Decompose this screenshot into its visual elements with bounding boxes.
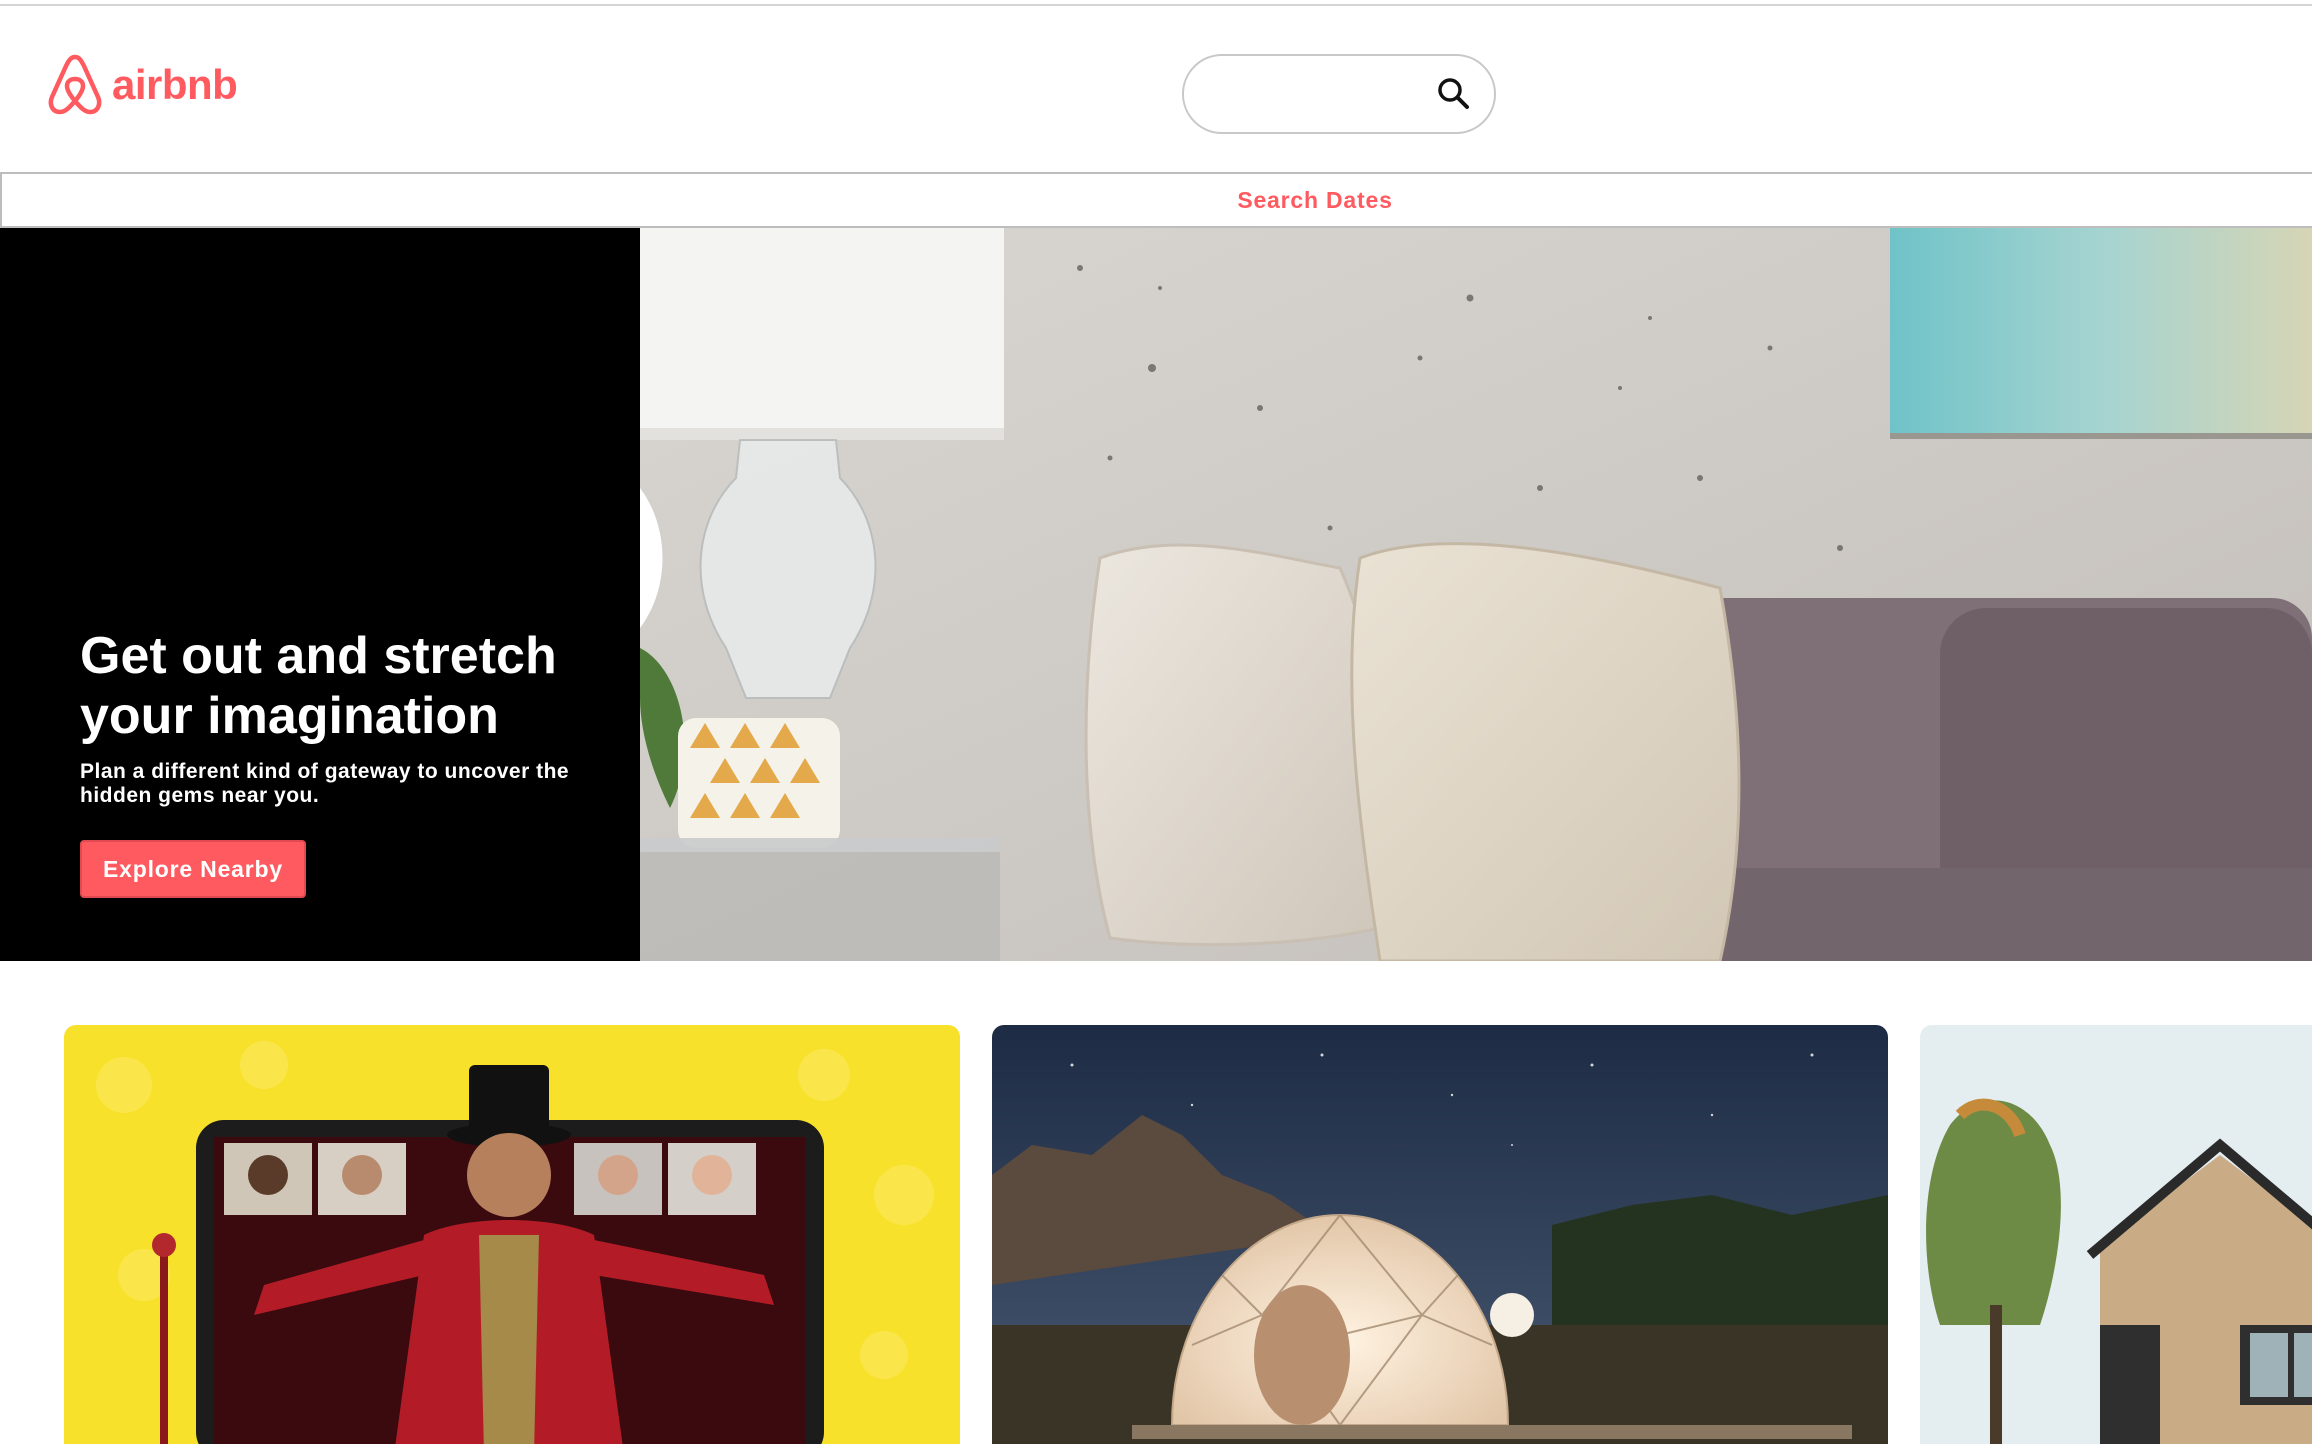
card-image-ringmaster	[64, 1025, 960, 1444]
airbnb-logo[interactable]: airbnb	[46, 50, 238, 120]
search-box[interactable]	[1182, 54, 1496, 134]
hero-image	[640, 228, 2312, 961]
card-image-modern-house	[1920, 1025, 2312, 1444]
hero-text-panel: Get out and stretch your imagination Pla…	[0, 228, 640, 961]
cards-row	[0, 1025, 2312, 1444]
explore-nearby-button[interactable]: Explore Nearby	[80, 840, 306, 898]
hero-section: Get out and stretch your imagination Pla…	[0, 228, 2312, 961]
search-dates-label: Search Dates	[1237, 186, 1393, 213]
card-online-experiences[interactable]	[64, 1025, 960, 1444]
hero-subtitle: Plan a different kind of gateway to unco…	[80, 760, 570, 807]
search-dates-bar[interactable]: Search Dates	[0, 172, 2312, 228]
airbnb-logo-icon	[48, 54, 102, 115]
card-modern-house[interactable]	[1920, 1025, 2312, 1444]
hero-title: Get out and stretch your imagination	[80, 627, 557, 745]
search-input[interactable]	[1208, 70, 1422, 120]
search-icon[interactable]	[1434, 74, 1474, 114]
card-glamping[interactable]	[992, 1025, 1888, 1444]
logo-text: airbnb	[112, 61, 238, 108]
header: airbnb	[0, 6, 2312, 172]
card-image-glamping-dome	[992, 1025, 1888, 1444]
airbnb-page: airbnb Search Dates Get out and stretch …	[0, 0, 2312, 1444]
